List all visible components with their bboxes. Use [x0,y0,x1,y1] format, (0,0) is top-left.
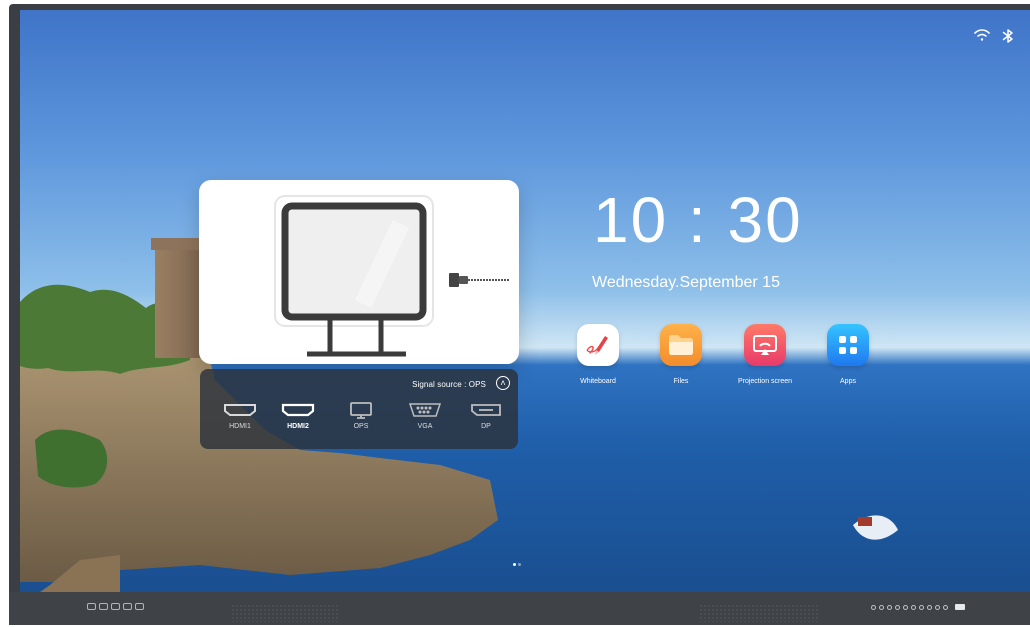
hdmi-icon [218,400,262,419]
collapse-chevron-icon[interactable]: ˄ [496,376,510,390]
status-bar [974,28,1014,49]
folder-icon [660,324,702,366]
speaker-grille [699,604,819,622]
app-label: Whiteboard [580,378,616,385]
coastline-background [20,238,898,592]
vga-port-icon [403,400,447,419]
input-label: HDMI1 [229,423,251,430]
input-hdmi2[interactable]: HDMI2 [276,400,320,430]
screen-cast-icon [744,324,786,366]
input-label: DP [481,423,491,430]
hdmi-icon [276,400,320,419]
app-label: Projection screen [737,378,793,385]
input-label: OPS [353,423,369,430]
app-whiteboard[interactable]: Whiteboard [553,324,643,385]
displayport-icon [464,400,508,419]
app-dock: Whiteboard Files Projection screen Apps [553,324,883,414]
input-dp[interactable]: DP [464,400,508,430]
input-hdmi1[interactable]: HDMI1 [218,400,262,430]
app-label: Files [673,378,689,385]
wifi-icon [974,28,990,49]
bottom-bezel [9,592,1030,625]
app-apps[interactable]: Apps [803,324,893,385]
app-label: Apps [840,378,856,385]
signal-source-panel: Signal source : OPS ˄ HDMI1 HDMI2 OPS VG… [200,369,518,449]
input-label: VGA [417,423,433,430]
pen-icon [577,324,619,366]
speaker-grille [231,604,339,622]
signal-preview-card[interactable] [199,180,519,364]
clock-time: 10 : 30 [593,184,803,256]
app-projection-screen[interactable]: Projection screen [720,324,810,385]
app-files[interactable]: Files [636,324,726,385]
input-label: HDMI2 [287,423,309,430]
grid-icon [827,324,869,366]
clock-date: Wednesday.September 15 [592,274,780,291]
sensor-icon [955,604,965,610]
home-screen: Signal source : OPS ˄ HDMI1 HDMI2 OPS VG… [20,10,1030,592]
usb-port-icon [111,603,120,610]
usb-port-icon [87,603,96,610]
bluetooth-icon [1002,28,1014,49]
monitor-cable-illustration [274,195,510,357]
input-vga[interactable]: VGA [403,400,447,430]
front-buttons[interactable] [871,605,948,610]
usb-port-icon [123,603,132,610]
input-ops[interactable]: OPS [339,400,383,430]
hdmi-port-icon [135,603,144,610]
page-indicator [513,563,523,567]
signal-source-label: Signal source : OPS [412,380,486,389]
monitor-icon [339,400,383,419]
usb-port-icon [99,603,108,610]
front-ports [87,603,144,610]
